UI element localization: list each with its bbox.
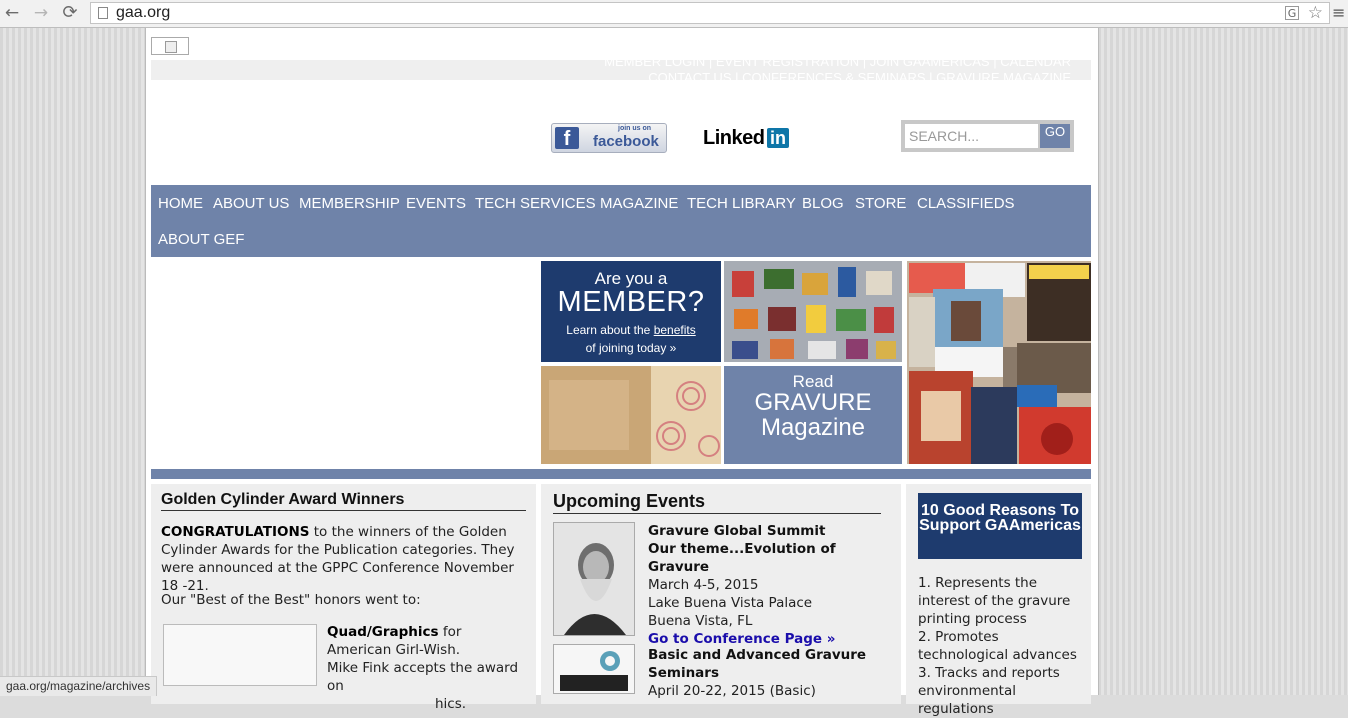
magazines-image — [907, 261, 1091, 464]
best-of-best-text: Our "Best of the Best" honors went to: — [161, 592, 421, 608]
upcoming-events-section: Upcoming Events Gravure Global Summit Ou… — [541, 484, 901, 704]
tiles-image — [541, 366, 721, 464]
read-gravure-text: GRAVURE — [754, 389, 872, 416]
reason-1: 1. Represents the interest of the gravur… — [918, 575, 1071, 627]
reasons-title-box[interactable]: 10 Good Reasons To Support GAAmericas — [918, 493, 1082, 559]
member-line4: of joining today » — [585, 341, 677, 355]
winner-text: Quad/Graphics for American Girl-Wish. Mi… — [327, 623, 527, 713]
linkedin-text: Linked — [703, 127, 765, 149]
tiles-photo[interactable] — [541, 366, 721, 464]
top-links-line2[interactable]: CONTACT US | CONFERENCES & SEMINARS | GR… — [151, 70, 1071, 86]
products-photo[interactable] — [724, 261, 902, 362]
read-gravure-banner[interactable]: Read GRAVURE Magazine — [724, 366, 902, 464]
reload-icon[interactable]: ⟳ — [60, 3, 80, 23]
facebook-icon: f — [555, 127, 579, 150]
nav-tech-library[interactable]: TECH LIBRARY — [687, 195, 796, 212]
member-text: Learn about the benefits of joining toda… — [541, 321, 721, 357]
address-bar[interactable]: gaa.org G ☆ — [90, 2, 1330, 24]
winner-bold: Quad/Graphics — [327, 624, 439, 640]
event-2-title[interactable]: Basic and Advanced Gravure Seminars — [648, 646, 893, 682]
event-2-date: April 20-22, 2015 (Basic) — [648, 683, 816, 699]
reason-3: 3. Tracks and reports environmental regu… — [918, 665, 1060, 717]
facebook-button[interactable]: f join us on facebook — [551, 123, 667, 153]
nav-blog[interactable]: BLOG — [802, 195, 844, 212]
search-input[interactable]: SEARCH... — [905, 124, 1038, 148]
event-1-city: Buena Vista, FL — [648, 613, 753, 629]
page-icon — [98, 7, 108, 19]
site-container: MEMBER LOGIN | EVENT REGISTRATION | JOIN… — [145, 28, 1099, 717]
event-2: Basic and Advanced Gravure Seminars Apri… — [648, 646, 893, 700]
main-nav: HOME ABOUT US MEMBERSHIP EVENTS TECH SER… — [151, 185, 1091, 257]
portrait-svg — [554, 523, 634, 635]
url-text[interactable]: gaa.org — [116, 4, 170, 22]
facebook-join-text: join us on — [618, 125, 652, 132]
event-1-venue: Lake Buena Vista Palace — [648, 595, 813, 611]
linkedin-icon: in — [767, 128, 789, 148]
winner-line2: Mike Fink accepts the award on — [327, 660, 519, 694]
slideshow-area — [151, 261, 540, 464]
nav-events[interactable]: EVENTS — [406, 195, 466, 212]
nav-membership[interactable]: MEMBERSHIP — [299, 195, 400, 212]
nav-store[interactable]: STORE — [855, 195, 906, 212]
facebook-text: facebook — [593, 133, 659, 150]
congrats-text: CONGRATULATIONS to the winners of the Go… — [161, 523, 526, 595]
reason-2: 2. Promotes technological advances — [918, 629, 1077, 663]
event-1: Gravure Global Summit Our theme...Evolut… — [648, 522, 893, 648]
golden-cylinder-title[interactable]: Golden Cylinder Award Winners — [161, 491, 526, 511]
golden-cylinder-section: Golden Cylinder Award Winners CONGRATULA… — [151, 484, 536, 712]
top-links[interactable]: MEMBER LOGIN | EVENT REGISTRATION | JOIN… — [151, 54, 1071, 86]
seminar-logo-svg — [554, 645, 634, 693]
upcoming-events-title[interactable]: Upcoming Events — [553, 491, 881, 514]
search-go-button[interactable]: GO — [1040, 124, 1070, 148]
reasons-section: 10 Good Reasons To Support GAAmericas 1.… — [906, 484, 1091, 717]
event-1-theme: Our theme...Evolution of Gravure — [648, 541, 836, 575]
translate-icon[interactable]: G — [1285, 6, 1299, 20]
conference-page-link[interactable]: Go to Conference Page » — [648, 631, 835, 647]
congrats-bold: CONGRATULATIONS — [161, 524, 310, 540]
member-line3: Learn about the — [566, 323, 654, 337]
member-line2: MEMBER? — [557, 286, 705, 318]
status-bar: gaa.org/magazine/archives — [0, 676, 158, 696]
winner-line3: hics. — [435, 696, 467, 712]
linkedin-button[interactable]: Linked in — [703, 125, 791, 153]
bookmark-star-icon[interactable]: ☆ — [1308, 3, 1323, 23]
magazines-photo[interactable] — [907, 261, 1091, 464]
reasons-list: 1. Represents the interest of the gravur… — [918, 574, 1088, 718]
nav-about-us[interactable]: ABOUT US — [213, 195, 289, 212]
search-box: SEARCH... GO — [901, 120, 1074, 152]
site-logo-broken-image[interactable] — [151, 37, 189, 55]
event-1-title[interactable]: Gravure Global Summit — [648, 522, 893, 540]
top-links-line1[interactable]: MEMBER LOGIN | EVENT REGISTRATION | JOIN… — [151, 54, 1071, 70]
browser-toolbar: ← → ⟳ gaa.org G ☆ ≡ — [0, 0, 1348, 28]
benefits-link[interactable]: benefits — [654, 323, 696, 337]
darwin-portrait-image[interactable] — [553, 522, 635, 636]
nav-home[interactable]: HOME — [158, 195, 203, 212]
member-banner[interactable]: Are you a MEMBER? Learn about the benefi… — [541, 261, 721, 362]
read-magazine-text: Magazine — [760, 414, 866, 441]
nav-about-gef[interactable]: ABOUT GEF — [158, 231, 244, 248]
award-photo-broken-image — [163, 624, 317, 686]
nav-magazine[interactable]: MAGAZINE — [600, 195, 678, 212]
back-icon[interactable]: ← — [2, 3, 22, 23]
nav-classifieds[interactable]: CLASSIFIEDS — [917, 195, 1015, 212]
read-line2: GRAVURE Magazine — [724, 390, 902, 440]
browser-menu-icon[interactable]: ≡ — [1332, 4, 1345, 22]
event-1-date: March 4-5, 2015 — [648, 577, 759, 593]
products-image — [724, 261, 902, 362]
nav-tech-services[interactable]: TECH SERVICES — [475, 195, 596, 212]
forward-icon[interactable]: → — [31, 3, 51, 23]
divider-bar — [151, 469, 1091, 479]
seminar-logo-image[interactable] — [553, 644, 635, 694]
